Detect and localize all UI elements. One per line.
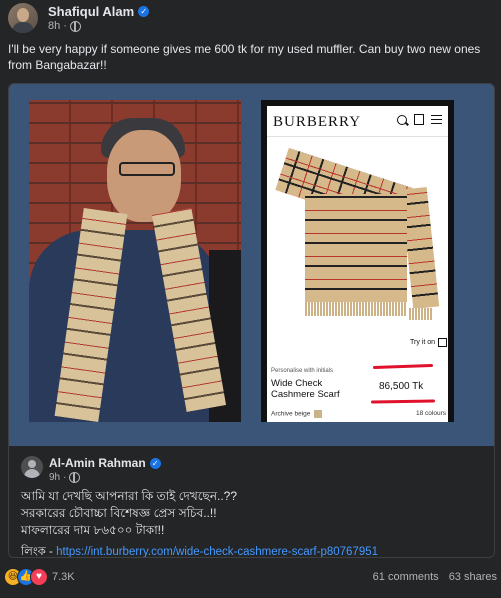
bag-icon [414, 114, 424, 125]
post-caption: I'll be very happy if someone gives me 6… [8, 42, 481, 72]
product-price: 86,500 Tk [379, 381, 424, 392]
reactions-summary[interactable]: 😆 👍 ♥ 7.3K [4, 568, 75, 586]
colour-name: Archive beige [271, 410, 311, 418]
man-head [107, 130, 181, 222]
comments-count[interactable]: 61 comments [373, 571, 439, 583]
author-name-row: Shafiqul Alam ✓ [48, 4, 150, 19]
link-label: লিংক - [21, 546, 57, 558]
globe-icon [69, 472, 81, 483]
commenter-avatar-body [24, 469, 40, 478]
comment-line-2: সরকারের চৌবাচ্চা বিশেষজ্ঞ প্রেস সচিব..!! [21, 506, 217, 520]
post-footer: 😆 👍 ♥ 7.3K 61 comments 63 shares [0, 560, 501, 598]
burberry-header-icons [397, 114, 442, 125]
colours-count: 18 colours [416, 410, 446, 417]
avatar-face [17, 8, 29, 22]
scarf-product-image [275, 148, 440, 328]
comment-meta: 9h · [49, 472, 81, 483]
comment-text: আমি যা দেখছি আপনারা কি তাই দেখছেন..?? সর… [21, 488, 486, 539]
red-underline-bottom [370, 399, 436, 404]
author-name[interactable]: Shafiqul Alam [48, 4, 134, 19]
burberry-logo: BURBERRY [273, 114, 362, 130]
try-on-row: Try it on [410, 338, 448, 347]
try-on-label: Try it on [410, 339, 436, 346]
menu-icon [431, 115, 442, 124]
scarf-fringe [305, 302, 407, 316]
verified-badge-icon: ✓ [149, 457, 161, 469]
meta-separator: · [63, 472, 67, 483]
commenter-avatar-face [28, 460, 36, 468]
commenter-name[interactable]: Al-Amin Rahman [49, 456, 146, 470]
burberry-link[interactable]: https://int.burberry.com/wide-check-cash… [56, 546, 378, 557]
facebook-post: Shafiqul Alam ✓ 8h · I'll be very happy … [0, 0, 501, 598]
embedded-comment: Al-Amin Rahman ✓ 9h · আমি যা দেখছি আপনার… [9, 446, 494, 557]
search-icon [397, 114, 407, 125]
comment-time[interactable]: 9h [49, 472, 60, 483]
verified-badge-icon: ✓ [138, 6, 150, 17]
shares-count[interactable]: 63 shares [449, 571, 497, 583]
man-glasses [119, 162, 175, 176]
ar-icon [438, 338, 448, 347]
man-photo [29, 100, 241, 422]
globe-icon [69, 20, 81, 32]
reactions-count: 7.3K [52, 571, 75, 583]
shared-image[interactable]: BURBERRY Try it on Personalise with init… [9, 84, 494, 446]
product-name: Wide Check Cashmere Scarf [271, 378, 340, 400]
burberry-header: BURBERRY [267, 106, 448, 137]
scarf-tail-fringe [409, 308, 433, 320]
phone-screenshot: BURBERRY Try it on Personalise with init… [261, 100, 454, 422]
shared-post[interactable]: BURBERRY Try it on Personalise with init… [8, 83, 495, 558]
personalise-label: Personalise with initials [271, 368, 334, 374]
comment-line-3: মাফলারের দাম ৮৬৫০০ টাকা!! [21, 523, 165, 537]
colour-name-group: Archive beige [271, 410, 323, 418]
scarf-body [305, 194, 407, 302]
comment-line-1: আমি যা দেখছি আপনারা কি তাই দেখছেন..?? [21, 489, 237, 503]
post-header: Shafiqul Alam ✓ 8h · [8, 3, 493, 37]
post-time[interactable]: 8h [48, 20, 60, 32]
colour-swatch [314, 410, 323, 418]
love-icon: ♥ [30, 568, 48, 586]
author-avatar[interactable] [8, 3, 38, 33]
colour-row: Archive beige 18 colours [271, 410, 446, 418]
avatar-body [12, 22, 34, 33]
comment-link-row: লিংক - https://int.burberry.com/wide-che… [21, 543, 378, 558]
engagement-stats: 61 comments 63 shares [373, 571, 497, 583]
red-underline-top [372, 363, 434, 370]
meta-separator: · [63, 20, 67, 32]
commenter-avatar[interactable] [21, 456, 43, 478]
post-meta: 8h · [48, 20, 81, 32]
commenter-name-row: Al-Amin Rahman ✓ [49, 456, 161, 470]
burberry-product-page: BURBERRY Try it on Personalise with init… [267, 106, 448, 422]
